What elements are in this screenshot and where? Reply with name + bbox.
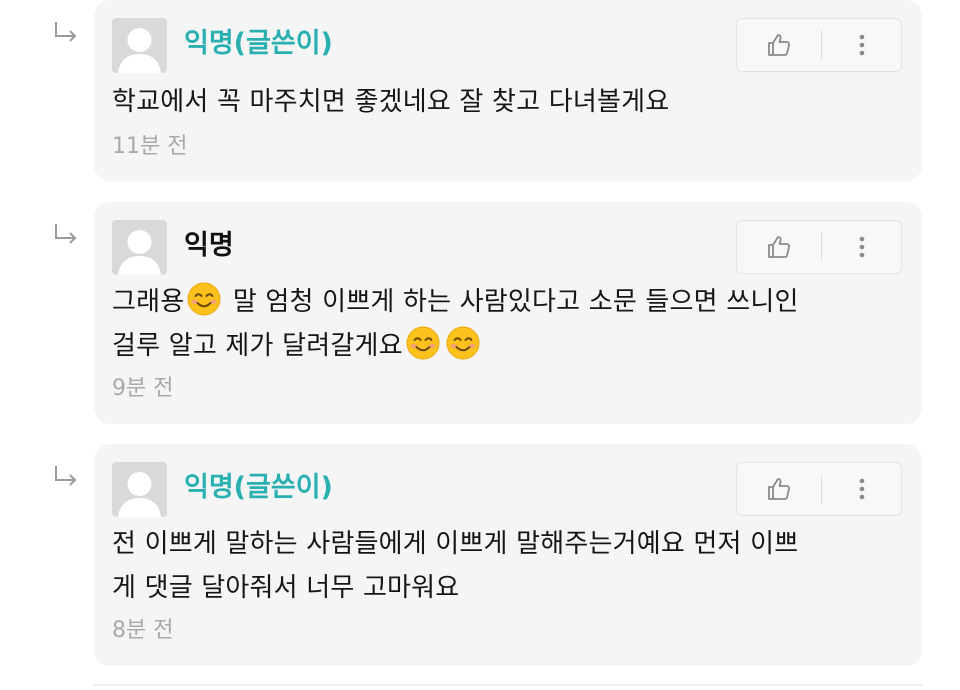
thumbs-up-icon [768, 34, 791, 56]
comment-text: 전 이쁘게 말하는 사람들에게 이쁘게 말해주는거예요 먼저 이쁘 게 댓글 달… [112, 522, 902, 610]
reply-arrow-icon [55, 22, 77, 42]
comment-line: 걸루 알고 제가 달려갈게요 [112, 324, 902, 368]
comment-line: 전 이쁘게 말하는 사람들에게 이쁘게 말해주는거예요 먼저 이쁘 [112, 529, 799, 559]
comment-author[interactable]: 익명(글쓴이) [184, 26, 333, 62]
more-vertical-icon [859, 34, 864, 56]
smiling-face-emoji [446, 326, 480, 360]
comment-line: 그래용 말 엄청 이쁘게 하는 사람있다고 소문 들으면 쓰니인 [112, 280, 902, 324]
more-button[interactable] [822, 19, 901, 71]
comment-text: 그래용 말 엄청 이쁘게 하는 사람있다고 소문 들으면 쓰니인 걸루 알고 제… [112, 280, 902, 368]
comment-card: 익명(글쓴이) 학교에서 꼭 마주치면 좋겠네요 잘 찾고 다녀볼게요 11분 … [94, 0, 922, 181]
more-button[interactable] [822, 221, 901, 273]
smiling-face-emoji [406, 326, 440, 360]
comment-actions [736, 462, 902, 516]
avatar[interactable] [112, 220, 167, 275]
smiling-face-emoji [187, 282, 221, 316]
like-button[interactable] [737, 221, 821, 273]
comment-text: 학교에서 꼭 마주치면 좋겠네요 잘 찾고 다녀볼게요 [112, 80, 902, 124]
comment-time: 8분 전 [112, 618, 174, 643]
comment-line: 게 댓글 달아줘서 너무 고마워요 [112, 573, 460, 603]
more-vertical-icon [859, 236, 864, 258]
like-button[interactable] [737, 463, 821, 515]
default-avatar-icon [118, 472, 161, 517]
comment-thread: 익명(글쓴이) 학교에서 꼭 마주치면 좋겠네요 잘 찾고 다녀볼게요 11분 … [0, 0, 960, 690]
comment-text-segment: 걸루 알고 제가 달려갈게요 [112, 331, 403, 361]
comment-time: 9분 전 [112, 376, 174, 401]
avatar[interactable] [112, 462, 167, 517]
comment-text-segment: 말 엄청 이쁘게 하는 사람있다고 소문 들으면 쓰니인 [224, 287, 799, 317]
comment-actions [736, 220, 902, 274]
default-avatar-icon [118, 28, 161, 73]
comment-author[interactable]: 익명(글쓴이) [184, 470, 333, 506]
reply-arrow-icon [55, 224, 77, 244]
more-vertical-icon [859, 478, 864, 500]
default-avatar-icon [118, 230, 161, 275]
like-button[interactable] [737, 19, 821, 71]
thumbs-up-icon [768, 478, 791, 500]
thumbs-up-icon [768, 236, 791, 258]
comment-line: 학교에서 꼭 마주치면 좋겠네요 잘 찾고 다녀볼게요 [112, 87, 670, 117]
comment-text-segment: 그래용 [112, 287, 185, 317]
comment-author[interactable]: 익명 [184, 228, 234, 264]
more-button[interactable] [822, 463, 901, 515]
next-card-edge [94, 684, 922, 686]
comment-card: 익명(글쓴이) 전 이쁘게 말하는 사람들에게 이쁘게 말해주는거예요 먼저 이… [94, 444, 922, 666]
comment-actions [736, 18, 902, 72]
reply-arrow-icon [55, 466, 77, 486]
comment-time: 11분 전 [112, 134, 188, 159]
comment-card: 익명 그래용 말 엄청 이쁘게 하는 사람있다고 소문 들으면 쓰니인 걸루 알… [94, 202, 922, 424]
avatar[interactable] [112, 18, 167, 73]
